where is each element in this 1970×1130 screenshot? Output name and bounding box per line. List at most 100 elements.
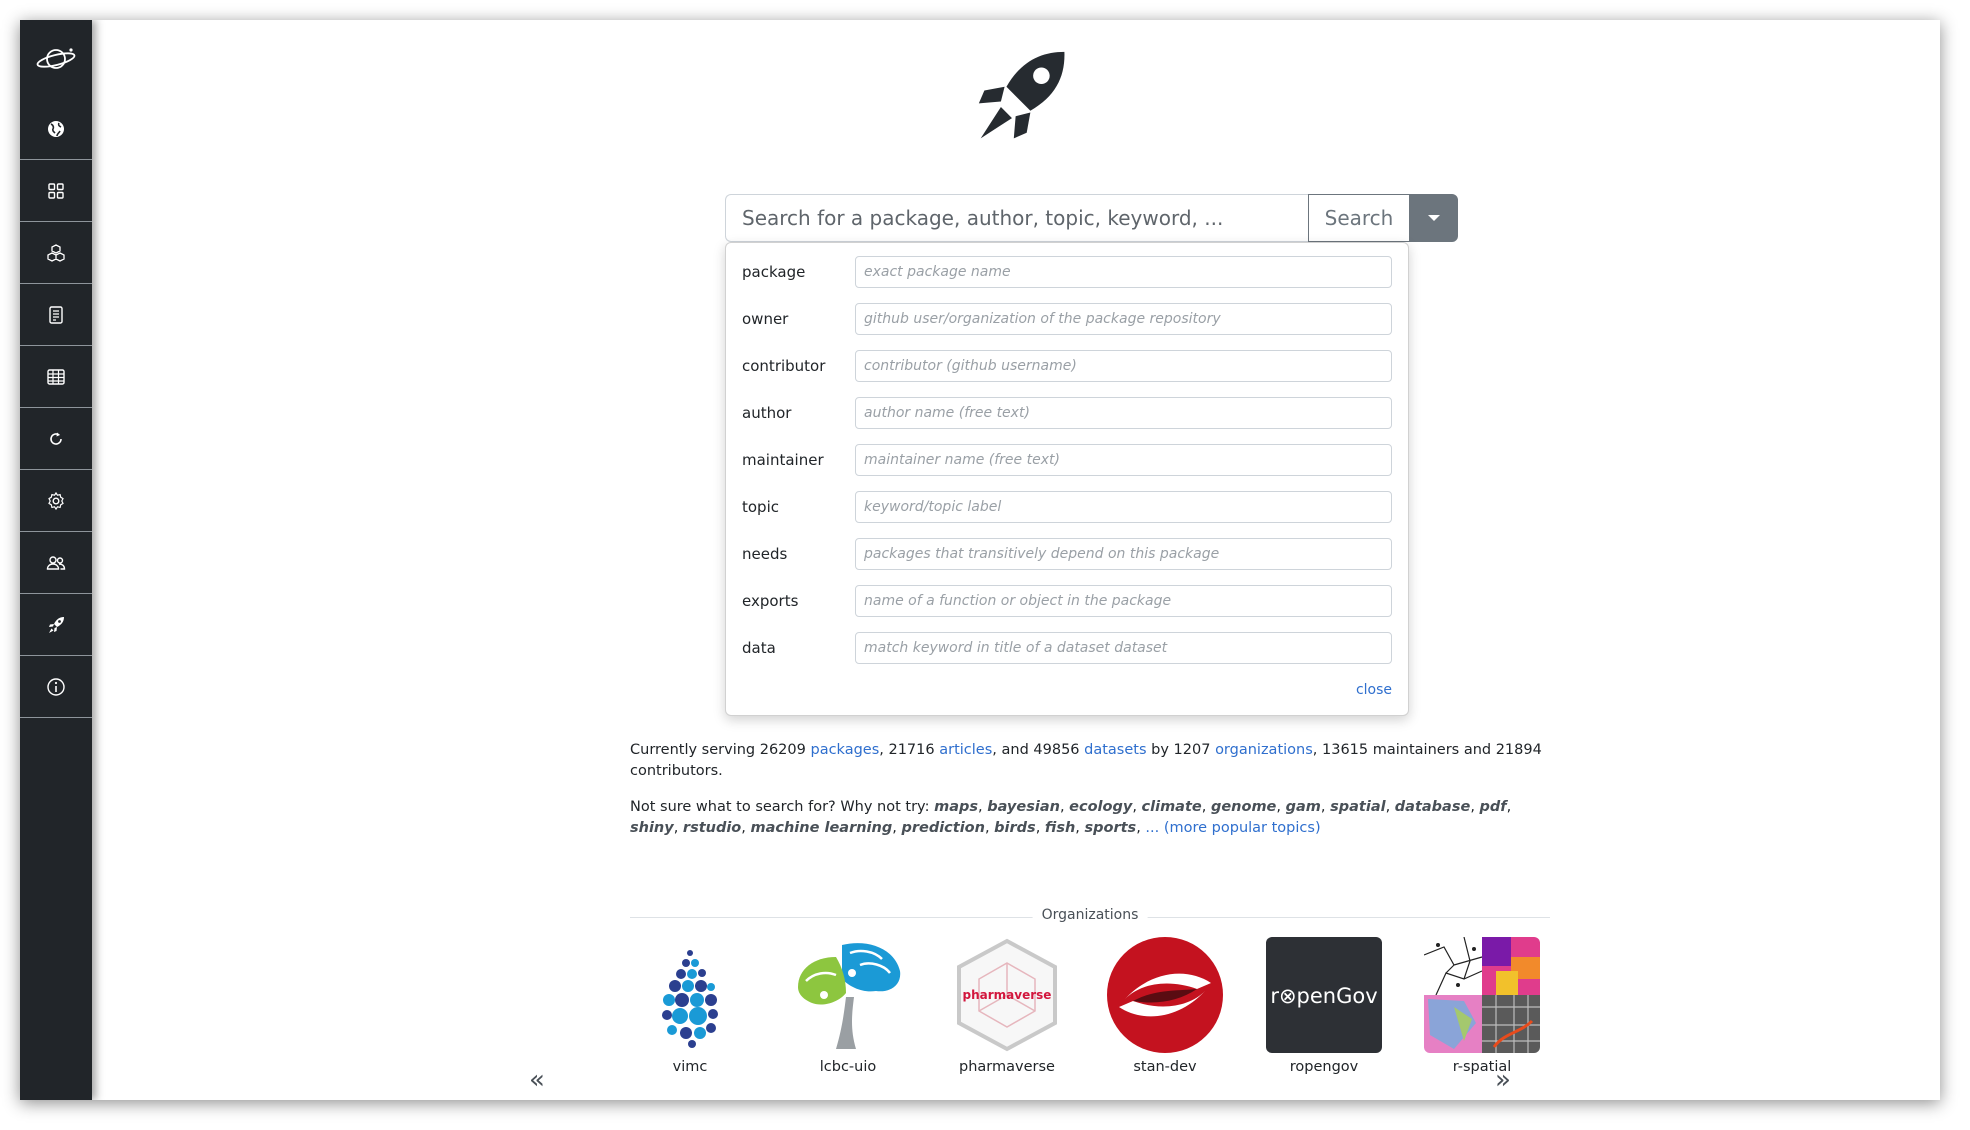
sidebar-item-builds[interactable] (20, 408, 92, 470)
sidebar-item-apis[interactable] (20, 222, 92, 284)
org-card-lcbc-uio[interactable]: lcbc-uio (788, 937, 908, 1075)
org-name: pharmaverse (959, 1059, 1055, 1075)
rocket-logo-icon (978, 51, 1065, 139)
field-label: topic (742, 498, 779, 516)
sidebar-item-about[interactable] (20, 656, 92, 718)
topic-item[interactable]: sports (1085, 820, 1137, 836)
topic-item[interactable]: maps (934, 799, 978, 815)
sidebar (20, 20, 92, 1100)
field-topic: topic (742, 491, 1408, 523)
org-name: vimc (672, 1059, 708, 1075)
globe-icon (48, 120, 64, 137)
main-content: Search package owner contributor author (92, 20, 1940, 1100)
articles-link[interactable]: articles (939, 742, 992, 758)
topic-item[interactable]: spatial (1330, 799, 1385, 815)
sidebar-item-settings[interactable] (20, 470, 92, 532)
topic-item[interactable]: database (1395, 799, 1471, 815)
table-icon (47, 368, 65, 385)
sidebar-item-datasets[interactable] (20, 346, 92, 408)
field-label: package (742, 263, 806, 281)
topic-suggestions: Not sure what to search for? Why not try… (630, 799, 1512, 836)
topic-item[interactable]: shiny (630, 820, 674, 836)
more-topics-link[interactable]: (more popular topics) (1164, 820, 1321, 836)
organizations-carousel: vimc lcbc-uio pharmaverse pharmaverse st… (630, 937, 1550, 1077)
field-needs: needs (742, 538, 1408, 570)
vimc-logo (632, 937, 748, 1053)
org-name: lcbc-uio (819, 1059, 877, 1075)
package-input[interactable] (855, 256, 1392, 288)
packages-link[interactable]: packages (810, 742, 879, 758)
organizations-link[interactable]: organizations (1215, 742, 1313, 758)
topic-item[interactable]: prediction (901, 820, 985, 836)
sidebar-item-packages[interactable] (20, 160, 92, 222)
close-link[interactable]: close (1356, 682, 1392, 698)
organizations-heading: Organizations (1032, 907, 1148, 923)
datasets-link[interactable]: datasets (1084, 742, 1146, 758)
field-exports: exports (742, 585, 1408, 617)
stats-text: Currently serving 26209 packages, 21716 … (630, 742, 1542, 779)
topic-item[interactable]: ecology (1069, 799, 1132, 815)
org-card-r-spatial[interactable]: r-spatial (1422, 937, 1542, 1075)
org-name: ropengov (1289, 1059, 1359, 1075)
contributor-input[interactable] (855, 350, 1392, 382)
topic-item[interactable]: birds (994, 820, 1036, 836)
topic-item[interactable]: rstudio (683, 820, 741, 836)
field-author: author (742, 397, 1408, 429)
info-icon (47, 677, 65, 696)
carousel-next-button[interactable]: » (1495, 1065, 1511, 1095)
org-card-pharmaverse[interactable]: pharmaverse pharmaverse (947, 937, 1067, 1075)
topic-item[interactable]: gam (1286, 799, 1321, 815)
field-label: exports (742, 592, 799, 610)
sidebar-item-universes[interactable] (20, 98, 92, 160)
org-name: r-spatial (1452, 1059, 1512, 1075)
organizations-divider: Organizations (630, 907, 1550, 927)
org-name: stan-dev (1133, 1059, 1197, 1075)
search-input[interactable] (725, 194, 1308, 242)
topic-item[interactable]: bayesian (987, 799, 1060, 815)
field-label: data (742, 639, 776, 657)
search-bar: Search (725, 194, 1458, 242)
advanced-search-panel: package owner contributor author maintai… (725, 242, 1409, 716)
refresh-icon (50, 432, 62, 445)
topic-input[interactable] (855, 491, 1392, 523)
field-maintainer: maintainer (742, 444, 1408, 476)
data-input[interactable] (855, 632, 1392, 664)
lcbc-uio-logo (790, 937, 906, 1053)
maintainer-input[interactable] (855, 444, 1392, 476)
field-data: data (742, 632, 1408, 664)
browser-window: Search package owner contributor author (20, 20, 1940, 1100)
pharmaverse-logo: pharmaverse (949, 937, 1065, 1053)
topic-item[interactable]: climate (1142, 799, 1202, 815)
more-topics-ellipsis[interactable]: ... (1145, 820, 1159, 836)
r-spatial-logo (1424, 937, 1540, 1053)
topic-item[interactable]: fish (1045, 820, 1075, 836)
ropengov-logo: r⊗penGov (1266, 937, 1382, 1053)
field-label: author (742, 404, 792, 422)
sidebar-item-search[interactable] (20, 594, 92, 656)
org-card-ropengov[interactable]: r⊗penGov ropengov (1264, 937, 1384, 1075)
gear-icon (48, 491, 64, 510)
exports-input[interactable] (855, 585, 1392, 617)
topic-item[interactable]: pdf (1480, 799, 1507, 815)
field-label: maintainer (742, 451, 824, 469)
advanced-search-toggle[interactable] (1410, 194, 1458, 242)
sidebar-item-contributors[interactable] (20, 532, 92, 594)
org-card-stan-dev[interactable]: stan-dev (1105, 937, 1225, 1075)
field-package: package (742, 256, 1408, 288)
field-label: contributor (742, 357, 826, 375)
field-owner: owner (742, 303, 1408, 335)
grid-icon (48, 182, 64, 199)
carousel-prev-button[interactable]: « (529, 1065, 545, 1095)
people-icon (46, 555, 66, 570)
rocket-icon (49, 616, 64, 633)
author-input[interactable] (855, 397, 1392, 429)
needs-input[interactable] (855, 538, 1392, 570)
stan-dev-logo (1107, 937, 1223, 1053)
topic-item[interactable]: machine learning (751, 820, 893, 836)
org-card-vimc[interactable]: vimc (630, 937, 750, 1075)
search-button[interactable]: Search (1308, 194, 1410, 242)
planet-logo-icon[interactable] (20, 20, 92, 98)
owner-input[interactable] (855, 303, 1392, 335)
topic-item[interactable]: genome (1211, 799, 1276, 815)
sidebar-item-articles[interactable] (20, 284, 92, 346)
